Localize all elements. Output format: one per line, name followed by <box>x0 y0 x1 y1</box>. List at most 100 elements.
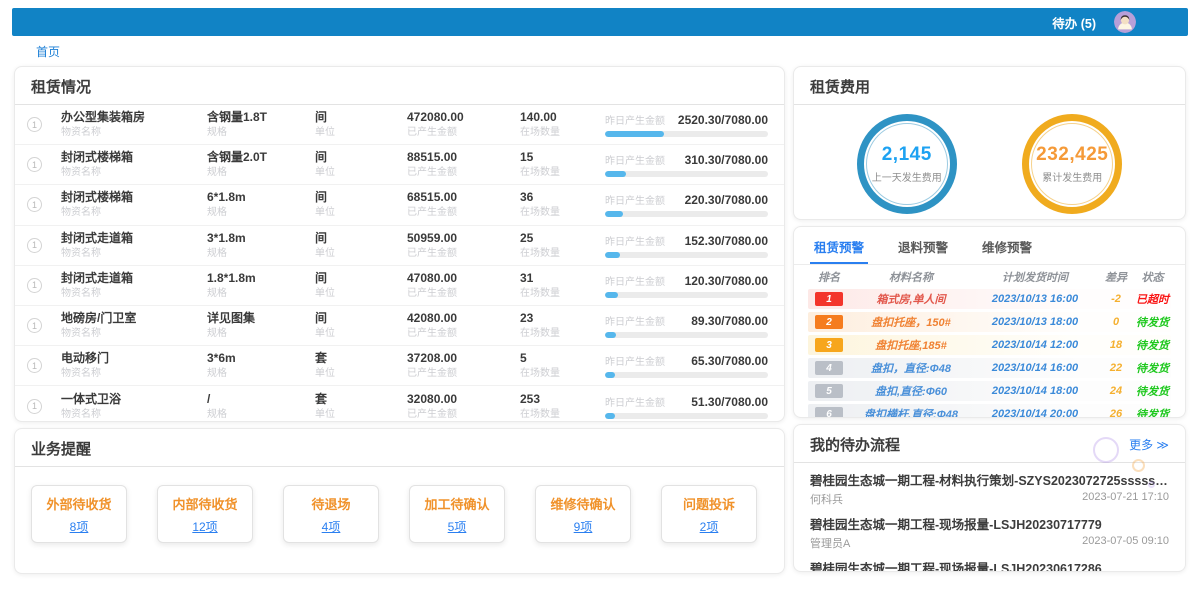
yesterday-cell: 昨日产生金额89.30/7080.00 <box>605 313 768 338</box>
tab-return-warning[interactable]: 退料预警 <box>894 235 952 264</box>
qty-cell: 23在场数量 <box>520 311 605 340</box>
card-count-link[interactable]: 5项 <box>448 518 467 535</box>
material-name: 盘扣横杆,直径:Φ48 <box>850 406 972 418</box>
card-internal-receiving[interactable]: 内部待收货 12项 <box>157 485 253 543</box>
col-status: 状态 <box>1134 269 1171 285</box>
card-external-receiving[interactable]: 外部待收货 8项 <box>31 485 127 543</box>
rank-cell: 1 <box>27 278 61 293</box>
card-count-link[interactable]: 8项 <box>70 518 89 535</box>
spec-value: 含钢量1.8T <box>207 110 315 125</box>
spec-label: 规格 <box>207 327 315 340</box>
card-processing-confirm[interactable]: 加工待确认 5项 <box>409 485 505 543</box>
table-row: 1 封闭式走道箱物资名称 1.8*1.8m规格 间单位 47080.00已产生金… <box>15 266 784 306</box>
amount-cell: 68515.00已产生金额 <box>407 190 520 219</box>
unit-cell: 间单位 <box>315 311 407 340</box>
amount-cell: 47080.00已产生金额 <box>407 271 520 300</box>
plan-time: 2023/10/14 20:00 <box>972 408 1098 418</box>
breadcrumb-home-link[interactable]: 首页 <box>36 43 60 60</box>
yesterday-cell: 昨日产生金额310.30/7080.00 <box>605 152 768 177</box>
name-cell: 封闭式走道箱物资名称 <box>61 231 207 260</box>
warning-row: 4 盘扣，直径:Φ48 2023/10/14 16:00 22 待发货 <box>808 358 1171 378</box>
fee-rings: 2,145 上一天发生费用 232,425 累计发生费用 <box>794 105 1185 214</box>
rank-badge: 1 <box>27 117 42 132</box>
progress-fill <box>605 413 615 419</box>
todo-user: 管理员A <box>810 535 850 551</box>
material-name: 地磅房/门卫室 <box>61 311 207 326</box>
progress-track <box>605 292 768 298</box>
tab-rental-warning[interactable]: 租赁预警 <box>810 235 868 264</box>
rank-badge: 5 <box>815 384 843 398</box>
yesterday-label: 昨日产生金额 <box>605 313 665 328</box>
spec-cell: /规格 <box>207 392 315 421</box>
more-link[interactable]: 更多 ≫ <box>1129 436 1169 453</box>
amount-label: 已产生金额 <box>407 247 520 260</box>
list-item[interactable]: 碧桂园生态城一期工程-现场报量-LSJH20230617286 管理员A 202… <box>810 555 1169 572</box>
amount-value: 472080.00 <box>407 110 520 125</box>
total-fee-value: 232,425 <box>1036 144 1108 166</box>
unit-label: 单位 <box>315 367 407 380</box>
rank-badge: 2 <box>815 315 843 329</box>
user-avatar-icon[interactable] <box>1114 11 1136 33</box>
table-row: 1 一体式卫浴物资名称 /规格 套单位 32080.00已产生金额 253在场数… <box>15 386 784 422</box>
card-count-link[interactable]: 12项 <box>192 518 217 535</box>
progress-fill <box>605 372 615 378</box>
list-item[interactable]: 碧桂园生态城一期工程-现场报量-LSJH20230717779 管理员A 202… <box>810 511 1169 555</box>
amount-cell: 472080.00已产生金额 <box>407 110 520 139</box>
yesterday-cell: 昨日产生金额120.30/7080.00 <box>605 273 768 298</box>
rank-cell: 1 <box>27 238 61 253</box>
amount-value: 68515.00 <box>407 190 520 205</box>
unit-cell: 套单位 <box>315 351 407 380</box>
spec-label: 规格 <box>207 408 315 421</box>
card-count-link[interactable]: 2项 <box>700 518 719 535</box>
ratio-value: 65.30/7080.00 <box>691 354 768 368</box>
material-name-label: 物资名称 <box>61 408 207 421</box>
card-count-link[interactable]: 4项 <box>322 518 341 535</box>
qty-value: 31 <box>520 271 605 286</box>
unit-value: 间 <box>315 271 407 286</box>
card-repair-confirm[interactable]: 维修待确认 9项 <box>535 485 631 543</box>
col-plan-time: 计划发货时间 <box>972 269 1098 285</box>
todo-time: 2023-07-21 17:10 <box>1082 491 1169 507</box>
unit-label: 单位 <box>315 166 407 179</box>
material-name: 盘扣,直径:Φ60 <box>850 383 972 399</box>
card-pending-exit[interactable]: 待退场 4项 <box>283 485 379 543</box>
unit-value: 间 <box>315 110 407 125</box>
diff-value: 0 <box>1098 316 1134 328</box>
material-name: 盘扣托座，150# <box>850 314 972 330</box>
rank-badge: 1 <box>27 238 42 253</box>
name-cell: 一体式卫浴物资名称 <box>61 392 207 421</box>
spec-label: 规格 <box>207 247 315 260</box>
status-badge: 待发货 <box>1134 406 1171 418</box>
diff-value: 24 <box>1098 385 1134 397</box>
todo-counter-button[interactable]: 待办 (5) <box>1052 13 1096 32</box>
material-name: 封闭式楼梯箱 <box>61 190 207 205</box>
progress-fill <box>605 332 616 338</box>
unit-value: 间 <box>315 150 407 165</box>
qty-label: 在场数量 <box>520 367 605 380</box>
todo-list: 碧桂园生态城一期工程-材料执行策划-SZYS2023072725ssssssss… <box>794 463 1185 572</box>
total-fee-ring: 232,425 累计发生费用 <box>1022 114 1122 214</box>
progress-fill <box>605 131 664 137</box>
todo-flows-header: 我的待办流程 更多 ≫ <box>794 425 1185 463</box>
ratio-value: 51.30/7080.00 <box>691 395 768 409</box>
qty-label: 在场数量 <box>520 408 605 421</box>
yesterday-label: 昨日产生金额 <box>605 233 665 248</box>
spec-value: 3*1.8m <box>207 231 315 246</box>
card-count-link[interactable]: 9项 <box>574 518 593 535</box>
qty-label: 在场数量 <box>520 327 605 340</box>
yesterday-cell: 昨日产生金额51.30/7080.00 <box>605 394 768 419</box>
card-label: 外部待收货 <box>46 494 111 513</box>
business-reminders-panel: 业务提醒 外部待收货 8项 内部待收货 12项 待退场 4项 <box>14 428 785 574</box>
card-complaints[interactable]: 问题投诉 2项 <box>661 485 757 543</box>
list-item[interactable]: 碧桂园生态城一期工程-材料执行策划-SZYS2023072725ssssssss… <box>810 467 1169 511</box>
warnings-panel: 租赁预警 退料预警 维修预警 排名 材料名称 计划发货时间 差异 状态 1 箱式… <box>793 226 1186 418</box>
tab-repair-warning[interactable]: 维修预警 <box>978 235 1036 264</box>
rank-badge: 1 <box>27 278 42 293</box>
yesterday-label: 昨日产生金额 <box>605 273 665 288</box>
card-label: 内部待收货 <box>172 494 237 513</box>
name-cell: 封闭式走道箱物资名称 <box>61 271 207 300</box>
warning-row: 1 箱式房,单人间 2023/10/13 16:00 -2 已超时 <box>808 289 1171 309</box>
spec-value: 3*6m <box>207 351 315 366</box>
amount-label: 已产生金额 <box>407 166 520 179</box>
ring-inner: 2,145 上一天发生费用 <box>866 123 948 205</box>
